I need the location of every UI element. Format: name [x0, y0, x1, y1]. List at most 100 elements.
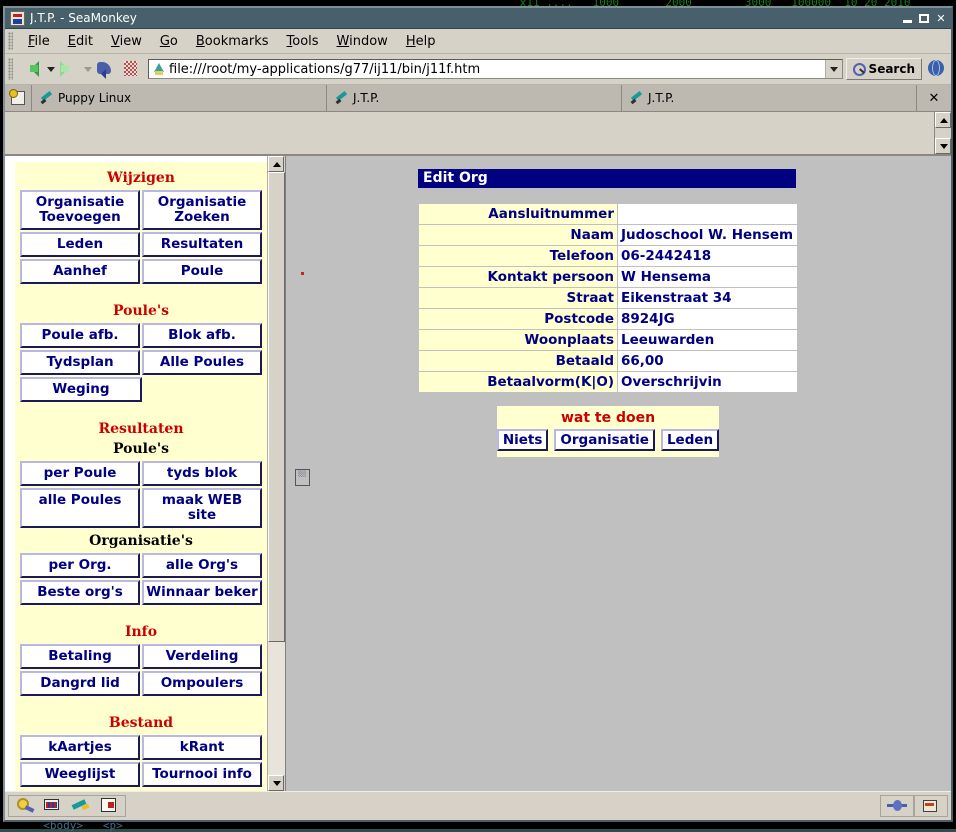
scroll-down-button[interactable]: [935, 138, 951, 154]
sidebar-scroll-thumb[interactable]: [268, 172, 285, 642]
action-button-organisatie[interactable]: Organisatie: [554, 429, 655, 451]
url-dropdown-chevron-down-icon[interactable]: [825, 60, 842, 78]
sidebar-button-blok-afb[interactable]: Blok afb.: [142, 323, 262, 348]
close-tab-button[interactable]: ✕: [917, 85, 951, 111]
field-label-aansluitnummer: Aansluitnummer: [419, 204, 618, 225]
minimize-button[interactable]: [899, 11, 915, 26]
field-value-postcode[interactable]: 8924JG: [618, 309, 798, 330]
back-history-chevron-down-icon[interactable]: [45, 57, 56, 81]
status-icon-group-right: [880, 795, 914, 817]
field-value-straat[interactable]: Eikenstraat 34: [618, 288, 798, 309]
sidebar-button-dangrd-lid[interactable]: Dangrd lid: [20, 671, 140, 696]
back-icon[interactable]: [19, 57, 43, 81]
sidebar-scroll-up-button[interactable]: [268, 156, 284, 172]
sidebar-button-leden[interactable]: Leden: [20, 232, 140, 257]
field-value-betaald[interactable]: 66,00: [618, 351, 798, 372]
reload-icon[interactable]: [93, 57, 117, 81]
sidebar-scrollbar[interactable]: [267, 156, 285, 791]
page-scrollbar-ends[interactable]: [934, 112, 951, 154]
search-button[interactable]: Search: [846, 58, 922, 80]
sidebar-button-verdeling[interactable]: Verdeling: [142, 644, 262, 669]
gear-icon[interactable]: [13, 796, 37, 816]
sidebar-scroll-track[interactable]: [268, 172, 285, 775]
tab-list-button[interactable]: [5, 85, 32, 111]
status-security-group: [914, 795, 948, 817]
sidebar-button-resultaten[interactable]: Resultaten: [142, 232, 262, 257]
field-value-aansluitnummer[interactable]: [618, 204, 798, 225]
page-title: Edit Org: [418, 169, 796, 188]
sidebar-button-alle-poules[interactable]: Alle Poules: [142, 350, 262, 375]
sidebar-row: Weeglijst Tournooi info: [19, 761, 263, 788]
menu-tools[interactable]: Tools: [278, 32, 328, 51]
forward-icon[interactable]: [56, 57, 80, 81]
sidebar-scroll-down-button[interactable]: [268, 775, 284, 791]
address-bar[interactable]: file:///root/my-applications/g77/ij11/bi…: [148, 59, 843, 79]
sidebar-button-weeglijst[interactable]: Weeglijst: [20, 762, 140, 787]
menu-view[interactable]: View: [102, 32, 151, 51]
section-title-organisaties: Organisatie's: [19, 533, 263, 549]
menu-go-label: o: [170, 34, 178, 49]
sidebar-spacer: [19, 285, 263, 299]
sidebar-button-weging[interactable]: Weging: [20, 377, 142, 402]
sidebar-button-poule[interactable]: Poule: [142, 259, 262, 284]
field-value-telefoon[interactable]: 06-2442418: [618, 246, 798, 267]
action-button-niets[interactable]: Niets: [497, 429, 549, 451]
sidebar-button-per-org[interactable]: per Org.: [20, 553, 140, 578]
globe-icon[interactable]: [925, 58, 947, 80]
forward-history-chevron-down-icon[interactable]: [82, 57, 93, 81]
tab-puppy-linux[interactable]: Puppy Linux: [32, 85, 327, 111]
table-row: Kontakt persoon W Hensema: [419, 267, 798, 288]
menu-view-label: iew: [120, 34, 142, 49]
sidebar-button-poule-afb[interactable]: Poule afb.: [20, 323, 140, 348]
stop-icon[interactable]: [119, 57, 143, 81]
sidebar-row: Organisatie Toevoegen Organisatie Zoeken: [19, 189, 263, 231]
chart-icon[interactable]: [41, 796, 65, 816]
menu-help[interactable]: Help: [397, 32, 445, 51]
action-box: wat te doen Niets Organisatie Leden: [497, 406, 719, 457]
field-value-kontakt-persoon[interactable]: W Hensema: [618, 267, 798, 288]
sidebar-button-betaling[interactable]: Betaling: [20, 644, 140, 669]
maximize-button[interactable]: [916, 11, 932, 26]
sidebar-frame: Wijzigen Organisatie Toevoegen Organisat…: [5, 156, 286, 791]
sidebar-button-tyds-blok[interactable]: tyds blok: [142, 461, 262, 486]
menu-window[interactable]: Window: [328, 32, 397, 51]
sidebar-button-kaartjes[interactable]: kAartjes: [20, 735, 140, 760]
sidebar-button-tydsplan[interactable]: Tydsplan: [20, 350, 140, 375]
sidebar-button-tournooi-info[interactable]: Tournooi info: [142, 762, 262, 787]
scroll-up-button[interactable]: [935, 112, 951, 128]
menu-go[interactable]: Go: [151, 32, 187, 51]
sidebar-button-beste-orgs[interactable]: Beste org's: [20, 580, 140, 605]
sidebar-button-maak-web-site[interactable]: maak WEB site: [142, 488, 262, 528]
sidebar-button-alle-poules-res[interactable]: alle Poules: [20, 488, 140, 528]
table-row: Woonplaats Leeuwarden: [419, 330, 798, 351]
field-value-betaalvorm[interactable]: Overschrijvin: [618, 372, 798, 393]
sidebar-spacer: [19, 697, 263, 711]
menu-edit-label: dit: [76, 34, 93, 49]
sidebar-button-organisatie-toevoegen[interactable]: Organisatie Toevoegen: [20, 190, 140, 230]
sidebar-row: Tydsplan Alle Poules: [19, 349, 263, 376]
plug-icon[interactable]: [885, 796, 909, 816]
sidebar-button-ompoulers[interactable]: Ompoulers: [142, 671, 262, 696]
menu-bookmarks[interactable]: Bookmarks: [187, 32, 278, 51]
menu-edit[interactable]: Edit: [59, 32, 102, 51]
security-icon[interactable]: [919, 796, 943, 816]
sidebar-button-organisatie-zoeken[interactable]: Organisatie Zoeken: [142, 190, 262, 230]
menu-file[interactable]: File: [19, 32, 59, 51]
tab-jtp-1[interactable]: J.T.P.: [327, 85, 622, 111]
url-input[interactable]: file:///root/my-applications/g77/ij11/bi…: [169, 62, 825, 77]
sidebar-button-aanhef[interactable]: Aanhef: [20, 259, 140, 284]
status-icon-group-left: [8, 795, 126, 817]
sidebar-button-krant[interactable]: kRant: [142, 735, 262, 760]
pencil-icon[interactable]: [69, 796, 93, 816]
sidebar-button-per-poule[interactable]: per Poule: [20, 461, 140, 486]
sidebar-button-winnaar-beker[interactable]: Winnaar beker: [142, 580, 262, 605]
field-value-woonplaats[interactable]: Leeuwarden: [618, 330, 798, 351]
field-value-naam[interactable]: Judoschool W. Hensem: [618, 225, 798, 246]
card-icon[interactable]: [97, 796, 121, 816]
tab-jtp-2[interactable]: J.T.P.: [622, 85, 917, 111]
close-button[interactable]: ✕: [933, 11, 949, 26]
action-button-leden[interactable]: Leden: [661, 429, 719, 451]
sidebar-button-alle-orgs[interactable]: alle Org's: [142, 553, 262, 578]
table-row: Naam Judoschool W. Hensem: [419, 225, 798, 246]
field-label-straat: Straat: [419, 288, 618, 309]
